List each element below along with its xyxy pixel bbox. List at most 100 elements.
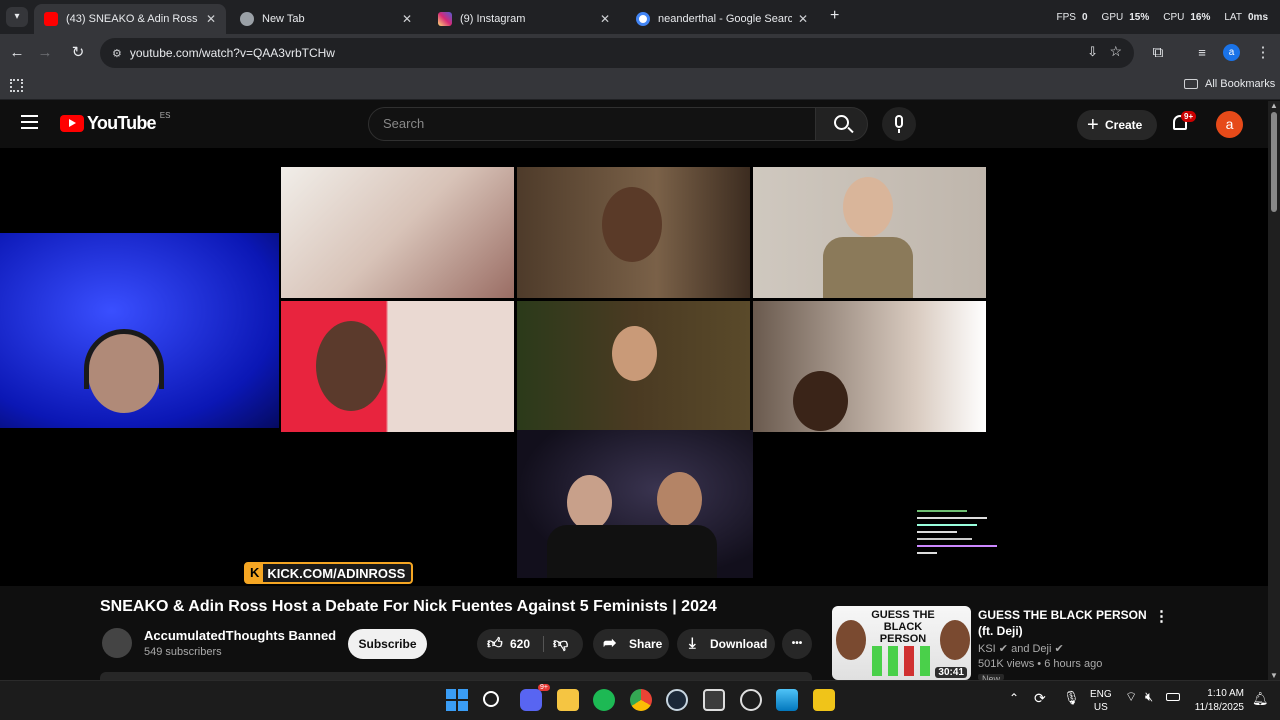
sync-icon[interactable]: ⟳ <box>1034 690 1046 707</box>
description-box[interactable] <box>100 672 812 680</box>
voice-search-button[interactable] <box>882 107 916 141</box>
extensions-icon[interactable]: ⧉ <box>1147 42 1169 64</box>
reload-icon[interactable]: ↻ <box>67 42 89 64</box>
chrome-icon[interactable] <box>630 689 652 711</box>
video-player[interactable]: K KICK.COM/ADINROSS <box>0 148 1268 586</box>
address-bar[interactable]: ⚙ youtube.com/watch?v=QAA3vrbTCHw ⇩ ☆ <box>100 38 1134 68</box>
gpu-stat: GPU 15% <box>1101 12 1150 23</box>
dislike-button[interactable]: 👎︎ <box>553 629 568 659</box>
create-button[interactable]: + Create <box>1077 110 1157 140</box>
notifications-button[interactable]: 9+ <box>1170 111 1197 135</box>
kick-url-text: KICK.COM/ADINROSS <box>267 565 406 581</box>
scrollbar-thumb[interactable] <box>1271 112 1277 212</box>
close-icon[interactable]: ✕ <box>798 12 808 26</box>
close-icon[interactable]: ✕ <box>402 12 412 26</box>
recommended-more-icon[interactable]: ⋮ <box>1154 607 1169 625</box>
windows-start-icon[interactable] <box>446 689 468 711</box>
forward-icon[interactable]: → <box>34 42 56 64</box>
share-button[interactable]: ➦ Share <box>593 629 669 659</box>
recommended-channel[interactable]: KSI ✔ and Deji ✔ <box>978 642 1064 655</box>
kick-logo-icon: K <box>246 564 264 582</box>
tab-title: New Tab <box>262 13 305 25</box>
more-actions-button[interactable]: ••• <box>782 629 812 659</box>
spotify-icon[interactable] <box>593 689 615 711</box>
video-duration: 30:41 <box>935 667 967 678</box>
download-button[interactable]: ⤓ Download <box>677 629 775 659</box>
verified-icon: ✔ <box>998 643 1009 655</box>
wifi-icon[interactable]: ⌔ <box>1125 689 1137 705</box>
xbox-game-bar-icon[interactable] <box>703 689 725 711</box>
youtube-header: YouTube ES Search + Create 9+ a <box>0 101 1268 147</box>
browser-menu-icon[interactable]: ⋮ <box>1252 42 1274 64</box>
photos-icon[interactable] <box>776 689 798 711</box>
participant-figure <box>316 321 386 411</box>
reading-list-icon[interactable]: ≡ <box>1191 42 1213 64</box>
bookmark-star-icon[interactable]: ☆ <box>1109 43 1122 60</box>
battery-icon[interactable] <box>1166 693 1180 701</box>
subscriber-count: 549 subscribers <box>144 646 222 658</box>
account-avatar[interactable]: a <box>1216 111 1243 138</box>
notification-center-icon[interactable]: 🔔︎ <box>1252 691 1269 707</box>
scroll-up-icon[interactable]: ▲ <box>1268 101 1280 110</box>
download-label: Download <box>710 637 768 651</box>
chrome-favicon-icon <box>240 12 254 26</box>
youtube-logo[interactable]: YouTube ES <box>60 111 171 134</box>
video-tile-closeup <box>281 167 514 298</box>
volume-muted-icon[interactable]: 🔇︎ <box>1145 689 1153 705</box>
channel-avatar[interactable] <box>102 628 132 658</box>
hamburger-menu-icon[interactable] <box>21 115 38 129</box>
page-scrollbar[interactable]: ▲ ▼ <box>1268 101 1280 680</box>
obs-icon[interactable] <box>740 689 762 711</box>
tab-instagram[interactable]: (9) Instagram ✕ <box>428 4 620 34</box>
all-bookmarks-button[interactable]: All Bookmarks <box>1184 78 1275 90</box>
search-input[interactable]: Search <box>368 107 816 141</box>
steam-icon[interactable] <box>666 689 688 711</box>
file-explorer-icon[interactable] <box>557 689 579 711</box>
fps-stat: FPS 0 <box>1056 12 1088 23</box>
google-favicon-icon <box>636 12 650 26</box>
recommended-title[interactable]: GUESS THE BLACK PERSON (ft. Deji) <box>978 607 1150 639</box>
channel-name[interactable]: AccumulatedThoughts Banned <box>144 628 336 643</box>
recommended-thumbnail[interactable]: GUESS THE BLACK PERSON 30:41 <box>832 606 971 680</box>
folder-icon <box>1184 79 1198 89</box>
tab-search-button[interactable]: ▾ <box>6 7 28 27</box>
tab-youtube[interactable]: (43) SNEAKO & Adin Ross Host ✕ <box>34 4 226 34</box>
scroll-down-icon[interactable]: ▼ <box>1268 671 1280 680</box>
country-code: ES <box>159 111 171 120</box>
new-tab-button[interactable]: + <box>830 7 839 25</box>
back-icon[interactable]: ← <box>6 42 28 64</box>
clock[interactable]: 1:10 AM 11/18/2025 <box>1190 687 1244 715</box>
performance-overlay: FPS 0 GPU 15% CPU 16% LAT 0ms <box>1057 12 1268 23</box>
participant-figure <box>567 475 612 530</box>
app-icon[interactable] <box>813 689 835 711</box>
video-tile-participant-3 <box>753 167 986 298</box>
plus-icon: + <box>1087 114 1099 136</box>
search-button[interactable] <box>815 107 868 141</box>
clock-date: 11/18/2025 <box>1194 702 1244 713</box>
discord-badge: 9+ <box>538 684 550 691</box>
discord-icon[interactable]: 9+ <box>520 684 550 711</box>
subscribe-button[interactable]: Subscribe <box>348 629 427 659</box>
participant-figure <box>793 371 848 431</box>
recommended-meta: 501K views • 6 hours ago <box>978 658 1103 670</box>
tab-new-tab[interactable]: New Tab ✕ <box>230 4 422 34</box>
like-button[interactable]: 👍︎ 620 <box>477 629 541 659</box>
site-info-icon[interactable]: ⚙ <box>112 47 122 60</box>
tab-google-search[interactable]: neanderthal - Google Search ✕ <box>626 4 818 34</box>
show-hidden-icons[interactable]: ⌃ <box>1009 691 1019 705</box>
language-indicator[interactable]: ENG US <box>1090 688 1112 714</box>
close-icon[interactable]: ✕ <box>206 12 216 26</box>
close-icon[interactable]: ✕ <box>600 12 610 26</box>
apps-grid-icon[interactable] <box>10 79 23 92</box>
tab-title: neanderthal - Google Search <box>658 13 792 25</box>
notification-badge: 9+ <box>1181 111 1197 122</box>
video-tile-hosts <box>517 430 753 578</box>
profile-avatar[interactable]: a <box>1223 44 1240 61</box>
all-bookmarks-label: All Bookmarks <box>1205 78 1276 90</box>
video-tile-participant-4 <box>281 301 514 432</box>
install-app-icon[interactable]: ⇩ <box>1087 44 1098 60</box>
video-tile-participant-5 <box>517 301 750 432</box>
microphone-tray-icon[interactable]: 🎙︎ <box>1063 690 1080 706</box>
taskbar-search-icon[interactable] <box>483 691 499 707</box>
bookmarks-bar: All Bookmarks <box>0 72 1280 100</box>
